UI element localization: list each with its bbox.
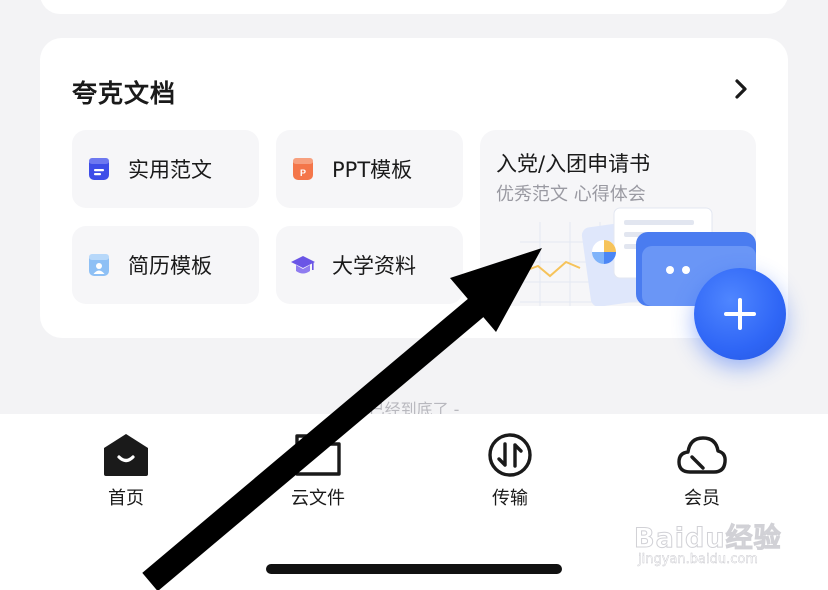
tab-label: 云文件 xyxy=(291,488,345,509)
quark-docs-card: 夸克文档 实用范文 P PPT模板 简历模板 大学资料 入党/入团申请书 优秀范… xyxy=(40,38,788,338)
tab-label: 会员 xyxy=(684,488,720,509)
tab-membership[interactable]: 会员 xyxy=(642,432,762,510)
tile-label: 实用范文 xyxy=(128,158,212,182)
transfer-icon xyxy=(488,433,532,477)
cloud-icon xyxy=(677,436,727,474)
plus-icon xyxy=(724,298,756,330)
resume-icon xyxy=(89,254,109,276)
folder-icon xyxy=(295,434,341,476)
graduation-cap-icon xyxy=(291,256,315,274)
tab-label: 传输 xyxy=(492,488,528,509)
ppt-icon: P xyxy=(293,158,313,180)
tile-university-materials[interactable]: 大学资料 xyxy=(276,226,463,304)
feature-title: 入党/入团申请书 xyxy=(496,152,651,176)
tile-label: 简历模板 xyxy=(128,254,212,278)
home-icon xyxy=(104,434,148,476)
tab-cloud-files[interactable]: 云文件 xyxy=(258,432,378,510)
previous-card xyxy=(40,0,788,14)
tile-practical-essays[interactable]: 实用范文 xyxy=(72,130,259,208)
svg-text:P: P xyxy=(300,168,306,178)
tile-label: 大学资料 xyxy=(332,254,416,278)
document-icon xyxy=(89,158,109,180)
add-button[interactable] xyxy=(694,268,786,360)
baidu-watermark: Baidu经验 jingyan.baidu.com xyxy=(634,516,794,574)
section-title: 夸克文档 xyxy=(72,79,177,108)
chevron-right-icon[interactable] xyxy=(732,78,750,100)
home-indicator xyxy=(266,564,562,574)
tile-ppt-templates[interactable]: P PPT模板 xyxy=(276,130,463,208)
tab-transfer[interactable]: 传输 xyxy=(450,432,570,510)
watermark-brand: Baidu经验 xyxy=(634,523,782,555)
tab-label: 首页 xyxy=(108,488,144,509)
tile-resume-templates[interactable]: 简历模板 xyxy=(72,226,259,304)
tab-home[interactable]: 首页 xyxy=(66,432,186,510)
watermark-url: jingyan.baidu.com xyxy=(638,552,758,567)
tile-label: PPT模板 xyxy=(332,158,413,182)
